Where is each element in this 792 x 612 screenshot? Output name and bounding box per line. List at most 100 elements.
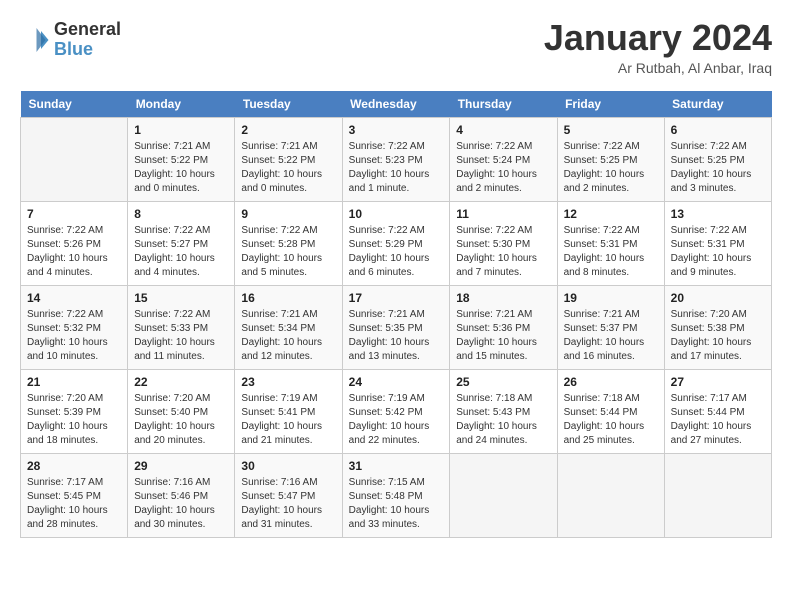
day-info: Sunrise: 7:17 AMSunset: 5:45 PMDaylight:… [27,476,121,532]
calendar-cell: 29 Sunrise: 7:16 AMSunset: 5:46 PMDayligh… [128,454,235,538]
calendar-cell: 30 Sunrise: 7:16 AMSunset: 5:47 PMDayligh… [235,454,342,538]
header-row: Sunday Monday Tuesday Wednesday Thursday… [21,91,772,118]
day-info: Sunrise: 7:16 AMSunset: 5:47 PMDaylight:… [241,476,335,532]
calendar-week-row: 14 Sunrise: 7:22 AMSunset: 5:32 PMDayligh… [21,286,772,370]
day-number: 18 [456,291,550,305]
day-number: 8 [134,207,228,221]
logo-line1: General [54,20,121,40]
calendar-cell: 3 Sunrise: 7:22 AMSunset: 5:23 PMDaylight… [342,118,450,202]
day-number: 11 [456,207,550,221]
calendar-cell: 22 Sunrise: 7:20 AMSunset: 5:40 PMDayligh… [128,370,235,454]
day-number: 12 [564,207,658,221]
day-number: 23 [241,375,335,389]
day-number: 2 [241,123,335,137]
col-thursday: Thursday [450,91,557,118]
day-number: 25 [456,375,550,389]
day-info: Sunrise: 7:21 AMSunset: 5:22 PMDaylight:… [134,140,228,196]
day-info: Sunrise: 7:22 AMSunset: 5:23 PMDaylight:… [349,140,444,196]
calendar-cell [664,454,771,538]
calendar-cell: 19Sunrise: 7:21 AMSunset: 5:37 PMDayligh… [557,286,664,370]
day-info: Sunrise: 7:22 AMSunset: 5:30 PMDaylight:… [456,224,550,280]
col-tuesday: Tuesday [235,91,342,118]
calendar-cell: 26 Sunrise: 7:18 AMSunset: 5:44 PMDayligh… [557,370,664,454]
day-number: 21 [27,375,121,389]
day-info: Sunrise: 7:22 AMSunset: 5:25 PMDaylight:… [564,140,658,196]
col-sunday: Sunday [21,91,128,118]
day-info: Sunrise: 7:21 AMSunset: 5:37 PMDaylight:… [564,308,658,364]
day-number: 9 [241,207,335,221]
day-info: Sunrise: 7:21 AMSunset: 5:34 PMDaylight:… [241,308,335,364]
calendar-cell: 12 Sunrise: 7:22 AMSunset: 5:31 PMDayligh… [557,202,664,286]
calendar-cell: 21 Sunrise: 7:20 AMSunset: 5:39 PMDayligh… [21,370,128,454]
day-number: 13 [671,207,765,221]
calendar-header: Sunday Monday Tuesday Wednesday Thursday… [21,91,772,118]
day-info: Sunrise: 7:22 AMSunset: 5:29 PMDaylight:… [349,224,444,280]
month-title: January 2024 [544,20,772,56]
calendar-cell: 1 Sunrise: 7:21 AMSunset: 5:22 PMDaylight… [128,118,235,202]
day-info: Sunrise: 7:19 AMSunset: 5:42 PMDaylight:… [349,392,444,448]
location-subtitle: Ar Rutbah, Al Anbar, Iraq [544,60,772,76]
day-info: Sunrise: 7:22 AMSunset: 5:27 PMDaylight:… [134,224,228,280]
day-number: 20 [671,291,765,305]
day-number: 3 [349,123,444,137]
day-number: 6 [671,123,765,137]
day-number: 29 [134,459,228,473]
calendar-body: 1 Sunrise: 7:21 AMSunset: 5:22 PMDaylight… [21,118,772,538]
day-number: 1 [134,123,228,137]
calendar-cell: 14 Sunrise: 7:22 AMSunset: 5:32 PMDayligh… [21,286,128,370]
page-header: General Blue January 2024 Ar Rutbah, Al … [20,20,772,76]
col-saturday: Saturday [664,91,771,118]
calendar-cell: 20 Sunrise: 7:20 AMSunset: 5:38 PMDayligh… [664,286,771,370]
day-number: 14 [27,291,121,305]
calendar-cell: 25 Sunrise: 7:18 AMSunset: 5:43 PMDayligh… [450,370,557,454]
col-monday: Monday [128,91,235,118]
calendar-cell: 23Sunrise: 7:19 AMSunset: 5:41 PMDayligh… [235,370,342,454]
calendar-cell: 16 Sunrise: 7:21 AMSunset: 5:34 PMDayligh… [235,286,342,370]
calendar-cell: 8 Sunrise: 7:22 AMSunset: 5:27 PMDaylight… [128,202,235,286]
day-info: Sunrise: 7:15 AMSunset: 5:48 PMDaylight:… [349,476,444,532]
calendar-cell: 18Sunrise: 7:21 AMSunset: 5:36 PMDayligh… [450,286,557,370]
day-number: 22 [134,375,228,389]
calendar-week-row: 21 Sunrise: 7:20 AMSunset: 5:39 PMDayligh… [21,370,772,454]
day-info: Sunrise: 7:22 AMSunset: 5:28 PMDaylight:… [241,224,335,280]
calendar-cell [557,454,664,538]
day-number: 28 [27,459,121,473]
day-number: 15 [134,291,228,305]
calendar-cell: 24Sunrise: 7:19 AMSunset: 5:42 PMDayligh… [342,370,450,454]
calendar-week-row: 1 Sunrise: 7:21 AMSunset: 5:22 PMDaylight… [21,118,772,202]
day-info: Sunrise: 7:20 AMSunset: 5:38 PMDaylight:… [671,308,765,364]
calendar-table: Sunday Monday Tuesday Wednesday Thursday… [20,91,772,538]
calendar-cell: 15Sunrise: 7:22 AMSunset: 5:33 PMDayligh… [128,286,235,370]
day-number: 4 [456,123,550,137]
day-info: Sunrise: 7:22 AMSunset: 5:32 PMDaylight:… [27,308,121,364]
calendar-cell: 7 Sunrise: 7:22 AMSunset: 5:26 PMDaylight… [21,202,128,286]
calendar-cell: 10Sunrise: 7:22 AMSunset: 5:29 PMDayligh… [342,202,450,286]
day-number: 31 [349,459,444,473]
day-info: Sunrise: 7:20 AMSunset: 5:39 PMDaylight:… [27,392,121,448]
calendar-cell: 11 Sunrise: 7:22 AMSunset: 5:30 PMDayligh… [450,202,557,286]
day-info: Sunrise: 7:22 AMSunset: 5:26 PMDaylight:… [27,224,121,280]
day-info: Sunrise: 7:21 AMSunset: 5:35 PMDaylight:… [349,308,444,364]
day-number: 16 [241,291,335,305]
calendar-cell: 13 Sunrise: 7:22 AMSunset: 5:31 PMDayligh… [664,202,771,286]
day-info: Sunrise: 7:22 AMSunset: 5:25 PMDaylight:… [671,140,765,196]
day-number: 7 [27,207,121,221]
calendar-cell [450,454,557,538]
calendar-cell: 5Sunrise: 7:22 AMSunset: 5:25 PMDaylight… [557,118,664,202]
calendar-week-row: 28 Sunrise: 7:17 AMSunset: 5:45 PMDayligh… [21,454,772,538]
title-section: January 2024 Ar Rutbah, Al Anbar, Iraq [544,20,772,76]
day-info: Sunrise: 7:18 AMSunset: 5:43 PMDaylight:… [456,392,550,448]
calendar-cell: 31 Sunrise: 7:15 AMSunset: 5:48 PMDayligh… [342,454,450,538]
day-info: Sunrise: 7:16 AMSunset: 5:46 PMDaylight:… [134,476,228,532]
day-info: Sunrise: 7:20 AMSunset: 5:40 PMDaylight:… [134,392,228,448]
logo-text: General Blue [54,20,121,60]
logo-line2: Blue [54,40,121,60]
calendar-cell: 2Sunrise: 7:21 AMSunset: 5:22 PMDaylight… [235,118,342,202]
day-number: 26 [564,375,658,389]
day-info: Sunrise: 7:22 AMSunset: 5:31 PMDaylight:… [564,224,658,280]
day-info: Sunrise: 7:17 AMSunset: 5:44 PMDaylight:… [671,392,765,448]
day-info: Sunrise: 7:22 AMSunset: 5:31 PMDaylight:… [671,224,765,280]
day-info: Sunrise: 7:22 AMSunset: 5:24 PMDaylight:… [456,140,550,196]
day-number: 30 [241,459,335,473]
day-info: Sunrise: 7:18 AMSunset: 5:44 PMDaylight:… [564,392,658,448]
